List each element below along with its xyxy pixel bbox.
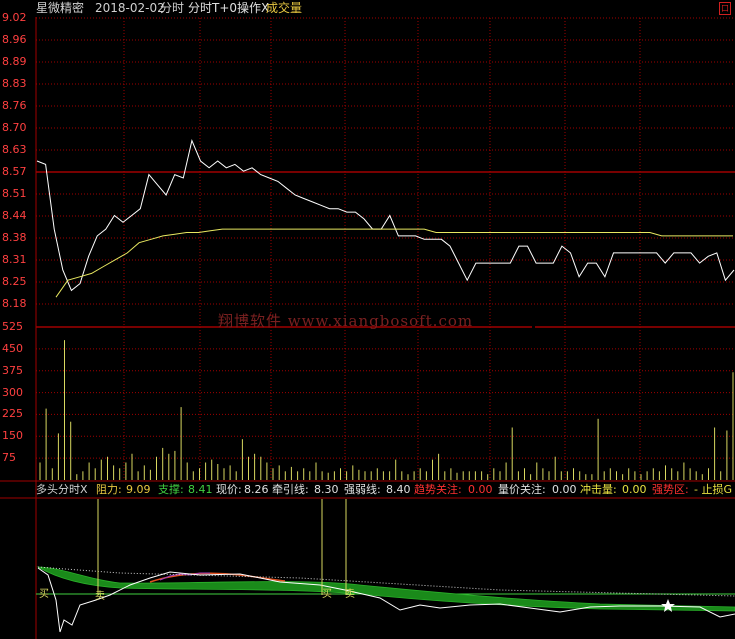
- impact-label: 冲击量:: [580, 483, 617, 496]
- indicator-price-trace: [37, 567, 735, 633]
- support-label: 支撑:: [158, 483, 184, 496]
- volume-tick-label: 150: [2, 429, 23, 443]
- price-tick-label: 9.02: [2, 11, 27, 24]
- price-tick-label: 8.51: [2, 187, 27, 200]
- buy-signal-2: 买: [322, 589, 332, 600]
- average-line: [55, 228, 733, 298]
- vp-label: 量价关注:: [498, 483, 546, 496]
- trend-label: 趋势关注:: [414, 483, 462, 496]
- price-tick-label: 8.31: [2, 253, 27, 266]
- price-tick-label: 8.63: [2, 143, 27, 156]
- price-tick-label: 8.44: [2, 209, 27, 222]
- volume-tick-label: 225: [2, 407, 23, 421]
- watermark: 翔博软件 www.xiangbosoft.com: [218, 312, 474, 330]
- price-tick-label: 8.83: [2, 77, 27, 90]
- resist-value: 9.09: [126, 483, 151, 496]
- resist-label: 阻力:: [96, 483, 122, 496]
- impact-value: 0.00: [622, 483, 647, 496]
- price-value: 8.26: [244, 483, 269, 496]
- sell-signal-1: 卖: [95, 591, 105, 602]
- price-tick-label: 8.70: [2, 121, 27, 134]
- volume-tick-label: 300: [2, 385, 23, 399]
- pull-label: 牵引线:: [272, 483, 309, 496]
- price-tick-label: 8.18: [2, 297, 27, 310]
- indicator-title[interactable]: 多头分时X: [36, 482, 88, 498]
- zone-value: - 止损G: [694, 483, 732, 496]
- price-tick-label: 8.76: [2, 99, 27, 112]
- volume-tick-label: 450: [2, 341, 23, 355]
- price-tick-label: 8.89: [2, 55, 27, 68]
- intraday-chart-window: 星微精密 2018-02-02 分时 分时T+0操作X 成交量 口 9.02 8.…: [0, 0, 735, 639]
- buy-signal-1: 买: [39, 589, 49, 600]
- strong-label: 强弱线:: [344, 483, 381, 496]
- sell-signal-2: 卖: [345, 589, 355, 600]
- trend-value: 0.00: [468, 483, 493, 496]
- volume-tick-label: 525: [2, 320, 23, 333]
- indicator-bar: 多头分时X 阻力: 9.09 支撑: 8.41 现价: 8.26 牵引线: 8.…: [0, 482, 735, 498]
- price-tick-label: 8.38: [2, 231, 27, 244]
- volume-tick-label: 75: [2, 451, 16, 465]
- indicator-band: [36, 566, 735, 612]
- vp-value: 0.00: [552, 483, 577, 496]
- price-tick-label: 8.57: [2, 165, 27, 178]
- price-tick-label: 8.25: [2, 275, 27, 288]
- pull-value: 8.30: [314, 483, 339, 496]
- volume-tick-label: 375: [2, 363, 23, 377]
- price-tick-label: 8.96: [2, 33, 27, 46]
- strong-value: 8.40: [386, 483, 411, 496]
- support-value: 8.41: [188, 483, 213, 496]
- zone-label: 强势区:: [652, 483, 689, 496]
- price-label: 现价:: [216, 483, 242, 496]
